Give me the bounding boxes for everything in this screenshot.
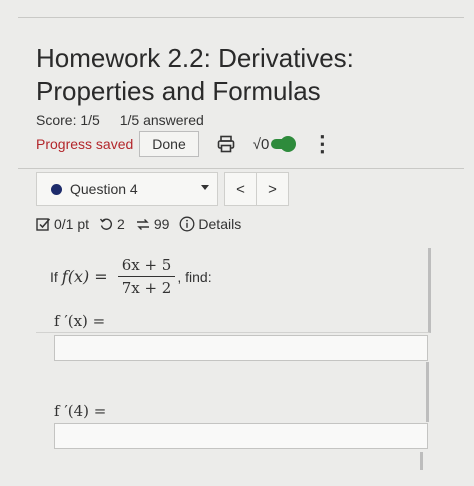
part2-label: f ′(4) = [54, 402, 107, 420]
more-options-icon[interactable]: ⋮ [311, 133, 333, 155]
part2-answer-input[interactable] [54, 423, 428, 449]
question-prefix: If [50, 268, 58, 285]
part1-label: f ′(x) = [54, 312, 106, 330]
question-nav-group: < > [224, 172, 289, 206]
fraction-denominator: 7x + 2 [121, 279, 172, 297]
prev-question-button[interactable]: < [225, 173, 256, 205]
part2-block: f ′(4) = [36, 362, 429, 422]
points-text: 0/1 pt [54, 216, 90, 232]
function-fraction: 6x + 5 7x + 2 [117, 256, 176, 297]
question-prompt: If f(x) = 6x + 5 7x + 2 , find: [50, 256, 212, 297]
math-toggle-switch[interactable] [271, 136, 297, 152]
page-title: Homework 2.2: Derivatives: Properties an… [36, 43, 354, 106]
function-name: f(x) = [61, 267, 108, 286]
details-link[interactable]: Details [198, 216, 241, 232]
checkbox-edit-icon [36, 217, 51, 232]
status-toolbar: Progress saved Done √0 ⋮ [36, 131, 333, 157]
score-text: Score: 1/5 [36, 112, 100, 128]
score-row: Score: 1/5 1/5 answered [36, 112, 220, 128]
next-question-button[interactable]: > [256, 173, 288, 205]
attempts-icon [135, 217, 151, 232]
retries-count: 2 [117, 216, 125, 232]
question-body: If f(x) = 6x + 5 7x + 2 , find: f ′(x) = [36, 248, 431, 333]
math-toggle-label: √0 [252, 135, 270, 153]
progress-saved-text: Progress saved [36, 136, 134, 152]
scroll-edge [420, 452, 423, 470]
question-select[interactable]: Question 4 [36, 172, 218, 206]
section-divider [18, 168, 464, 169]
part1-answer-input[interactable] [54, 335, 428, 361]
attempts-count: 99 [153, 216, 170, 232]
dropdown-caret-icon [201, 185, 209, 190]
question-select-value: Question 4 [70, 181, 138, 197]
print-icon[interactable] [217, 135, 235, 153]
top-divider [18, 17, 464, 18]
question-status-dot-icon [51, 183, 62, 195]
info-icon[interactable] [179, 216, 195, 232]
done-button[interactable]: Done [139, 131, 199, 157]
retry-icon [99, 217, 114, 232]
fraction-numerator: 6x + 5 [117, 256, 176, 277]
answered-text: 1/5 answered [119, 112, 204, 128]
question-meta: 0/1 pt 2 99 Details [36, 216, 241, 232]
question-suffix: , find: [177, 268, 212, 285]
